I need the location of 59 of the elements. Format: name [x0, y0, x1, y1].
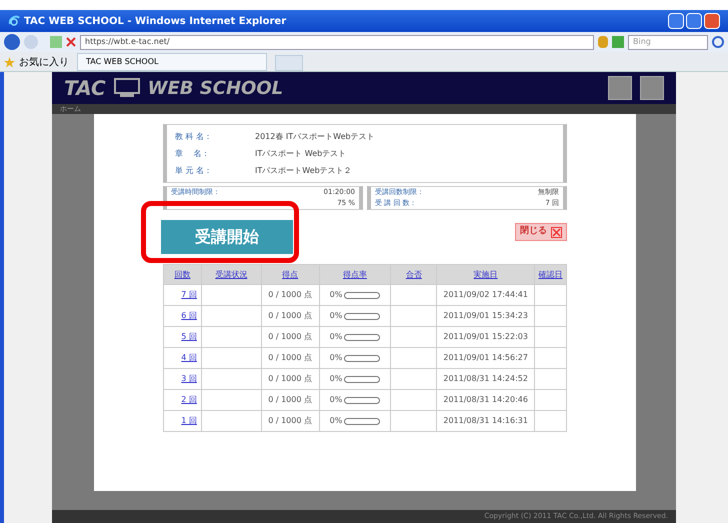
search-icon[interactable] [712, 36, 724, 48]
stop-icon[interactable] [66, 37, 76, 47]
site-logo-text: WEB SCHOOL [148, 76, 284, 100]
column-header-link[interactable]: 得点 [261, 264, 320, 284]
rate-text: 0% [330, 310, 342, 322]
start-button[interactable]: 受講開始 [161, 220, 293, 254]
date-cell: 2011/09/01 14:56:27 [436, 348, 535, 368]
date-cell: 2011/08/31 14:16:31 [436, 410, 535, 432]
minimize-button[interactable] [668, 13, 684, 29]
rate-text: 0% [330, 373, 342, 385]
attempt-link[interactable]: 1 回 [181, 416, 197, 425]
maximize-button[interactable] [686, 13, 702, 29]
star-icon [4, 56, 15, 68]
score-cell: 0 / 1000 点 [261, 368, 320, 390]
score-cell: 0 / 1000 点 [261, 326, 320, 348]
column-header-link[interactable]: 回数 [164, 264, 202, 284]
close-icon [551, 226, 562, 238]
attempt-link[interactable]: 4 回 [181, 353, 197, 362]
rate-text: 0% [330, 394, 342, 406]
window-title: TAC WEB SCHOOL - Windows Internet Explorer [24, 14, 286, 28]
score-cell: 0 / 1000 点 [261, 306, 320, 326]
attempt-link[interactable]: 6 回 [181, 311, 197, 320]
date-cell: 2011/09/01 15:22:03 [436, 326, 535, 348]
field-value: ITパスポート Webテスト [255, 148, 346, 160]
attempt-link[interactable]: 5 回 [181, 332, 197, 341]
score-cell: 0 / 1000 点 [261, 410, 320, 432]
column-header-link[interactable]: 得点率 [319, 264, 391, 284]
date-cell: 2011/09/02 17:44:41 [436, 284, 535, 306]
field-value: ITパスポートWebテスト２ [255, 164, 352, 176]
date-cell: 2011/09/01 15:34:23 [436, 306, 535, 326]
back-button[interactable] [4, 34, 20, 50]
attempt-link[interactable]: 3 回 [181, 374, 197, 383]
score-cell: 0 / 1000 点 [261, 284, 320, 306]
attempt-link[interactable]: 7 回 [181, 290, 197, 299]
rate-text: 0% [330, 352, 342, 364]
close-button[interactable] [704, 13, 720, 29]
column-header-link[interactable]: 確認日 [534, 264, 566, 284]
browser-icon [8, 15, 20, 27]
column-header-link[interactable]: 受講状況 [201, 264, 262, 284]
score-cell: 0 / 1000 点 [261, 348, 320, 368]
rate-text: 0% [330, 289, 342, 301]
field-value: 2012春 ITパスポートWebテスト [255, 130, 375, 142]
date-cell: 2011/08/31 14:24:52 [436, 368, 535, 390]
column-header-link[interactable]: 合否 [390, 264, 437, 284]
date-cell: 2011/08/31 14:20:46 [436, 390, 535, 410]
rate-text: 0% [330, 415, 342, 427]
field-label: 単 元 名： [175, 164, 214, 176]
score-cell: 0 / 1000 点 [261, 390, 320, 410]
rate-text: 0% [330, 331, 342, 343]
attempt-link[interactable]: 2 回 [181, 395, 197, 404]
field-label: 章 名： [175, 148, 211, 160]
favorites-link[interactable]: お気に入り [19, 54, 69, 70]
site-logo: TAC [64, 75, 106, 102]
browser-tab[interactable]: TAC WEB SCHOOL [77, 53, 267, 71]
close-dialog-button[interactable]: 閉じる [515, 223, 567, 241]
column-header-link[interactable]: 実施日 [436, 264, 535, 284]
monitor-icon [114, 78, 140, 98]
field-label: 教 科 名： [175, 130, 214, 142]
address-field[interactable]: https://wbt.e-tac.net/ [80, 34, 594, 50]
